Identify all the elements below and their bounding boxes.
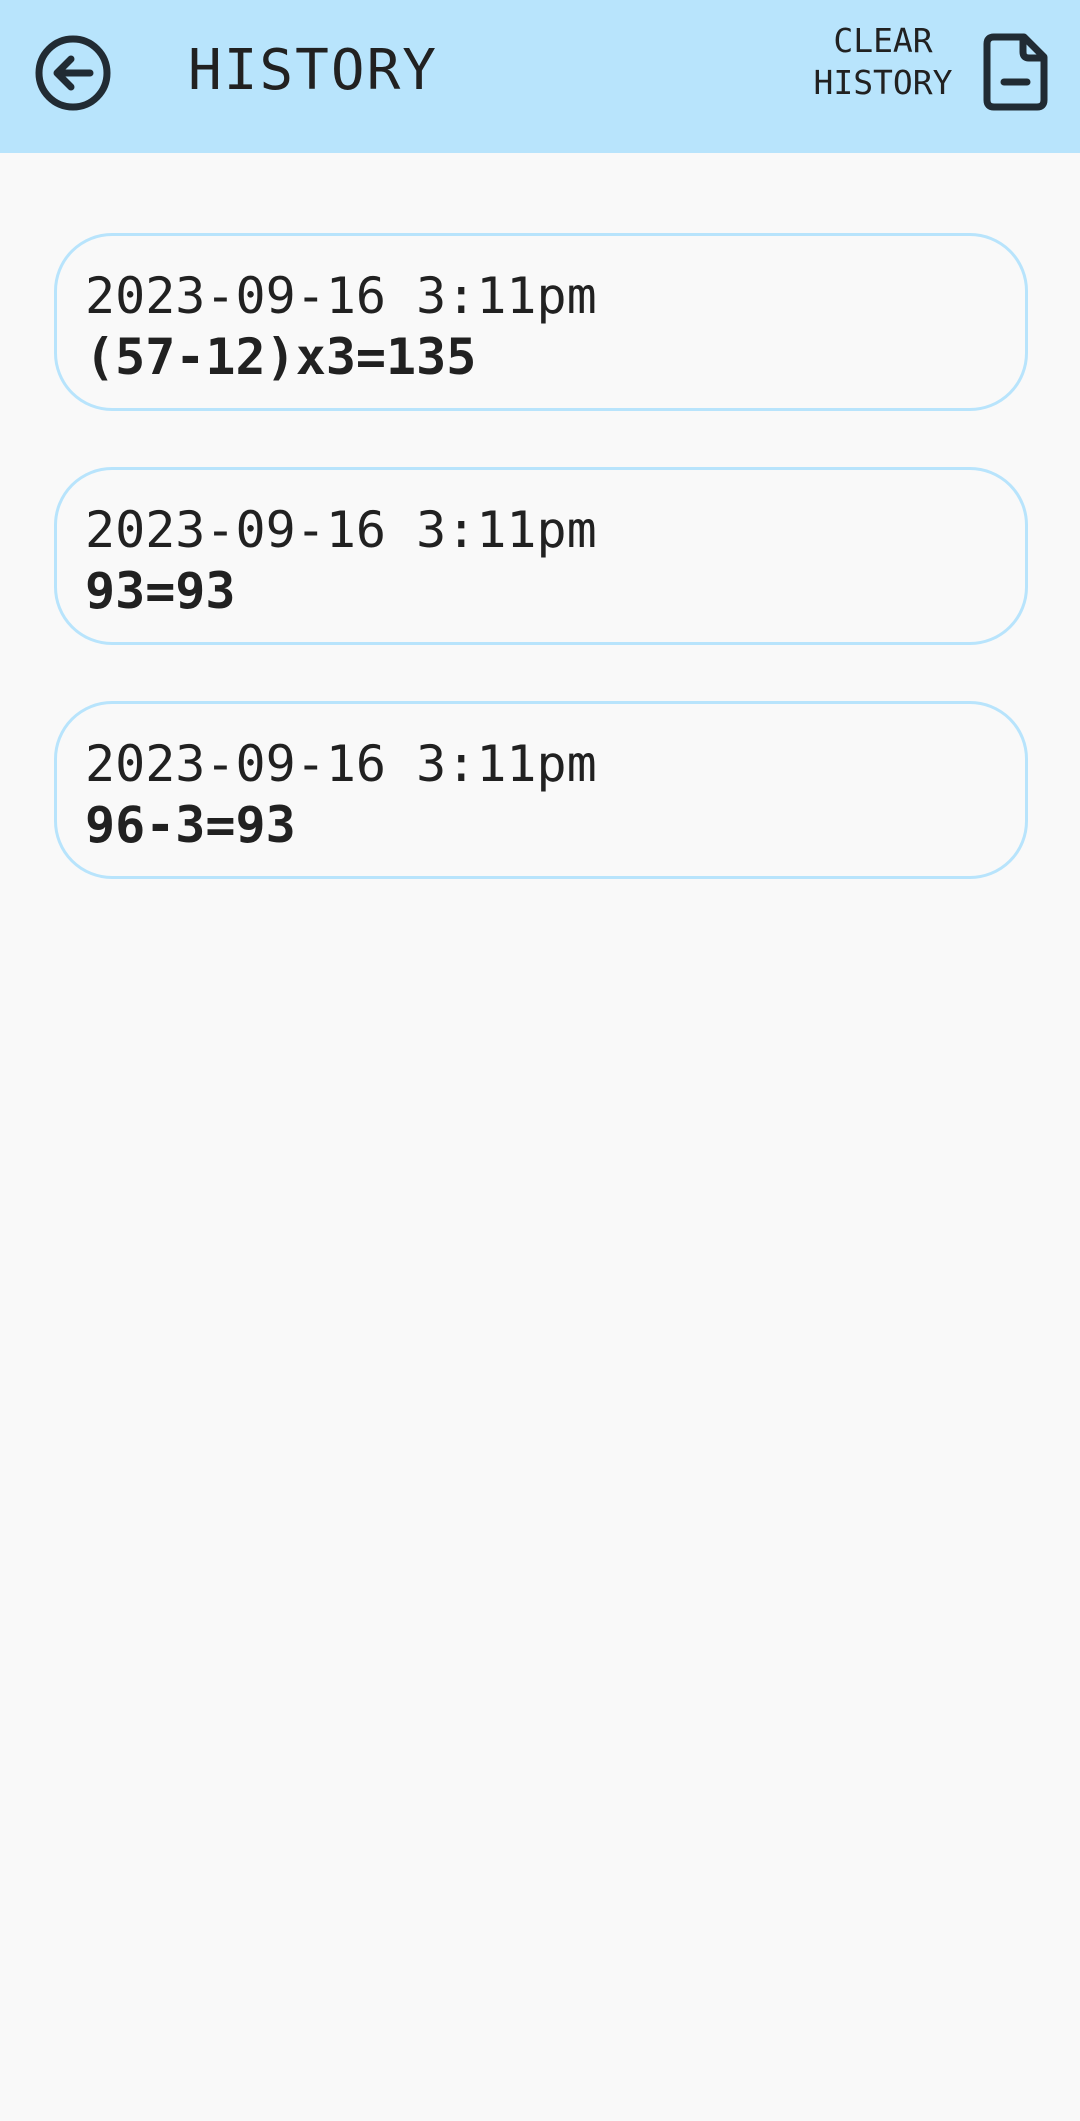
history-item[interactable]: 2023-09-16 3:11pm (57-12)x3=135 bbox=[54, 233, 1028, 411]
history-timestamp: 2023-09-16 3:11pm bbox=[85, 501, 597, 559]
history-item[interactable]: 2023-09-16 3:11pm 96-3=93 bbox=[54, 701, 1028, 879]
back-button[interactable] bbox=[33, 33, 113, 113]
clear-history-label-line1: CLEAR bbox=[833, 21, 933, 60]
page-title: HISTORY bbox=[188, 38, 439, 103]
arrow-left-circle-icon bbox=[35, 35, 111, 111]
history-item[interactable]: 2023-09-16 3:11pm 93=93 bbox=[54, 467, 1028, 645]
document-minus-icon bbox=[983, 33, 1048, 111]
history-expression: 93=93 bbox=[85, 562, 236, 620]
history-expression: (57-12)x3=135 bbox=[85, 328, 477, 386]
history-expression: 96-3=93 bbox=[85, 796, 296, 854]
app-bar: HISTORY CLEAR HISTORY bbox=[0, 0, 1080, 153]
clear-history-button[interactable]: CLEAR HISTORY bbox=[800, 20, 966, 110]
history-list: 2023-09-16 3:11pm (57-12)x3=135 2023-09-… bbox=[54, 233, 1028, 935]
history-timestamp: 2023-09-16 3:11pm bbox=[85, 267, 597, 325]
clear-history-label-line2: HISTORY bbox=[813, 63, 953, 102]
history-timestamp: 2023-09-16 3:11pm bbox=[85, 735, 597, 793]
clear-history-icon-button[interactable] bbox=[980, 32, 1052, 112]
